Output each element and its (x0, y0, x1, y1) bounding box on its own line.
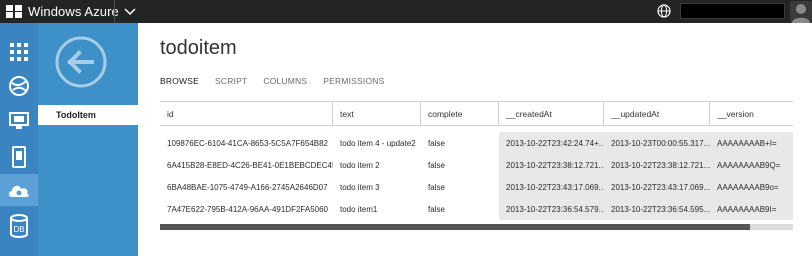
nav-web-sites[interactable] (0, 70, 38, 102)
table-row[interactable]: 6BA48BAE-1075-4749-A166-2745A2646D07 tod… (160, 176, 793, 198)
nav-cloud-services[interactable] (0, 174, 38, 206)
sub-nav: TodoItem (38, 23, 138, 256)
mobile-icon (12, 146, 26, 168)
db-label: DB (13, 225, 24, 234)
column-header-createdat[interactable]: __createdAt (499, 102, 604, 125)
cell-id[interactable]: 7A47E622-795B-412A-96AA-491DF2FA5060 (160, 198, 333, 220)
cell-updatedat: 2013-10-22T23:43:17.069... (604, 176, 710, 198)
cell-createdat: 2013-10-22T23:38:12.721... (499, 154, 604, 176)
cell-version: AAAAAAAAB+I= (710, 132, 793, 154)
main-content: todoitem BROWSE SCRIPT COLUMNS PERMISSIO… (138, 23, 812, 256)
table-body: 109876EC-6104-41CA-8653-5C5A7F654B82 tod… (160, 132, 793, 220)
horizontal-scrollbar[interactable] (160, 224, 793, 230)
cell-id[interactable]: 6A415B28-E8ED-4C26-BE41-0E1BEBCDEC45 (160, 154, 333, 176)
page-title: todoitem (160, 37, 237, 59)
cell-text[interactable]: todo item 3 (333, 176, 421, 198)
chevron-down-icon[interactable] (122, 2, 138, 20)
cell-createdat: 2013-10-22T23:42:24.74+... (499, 132, 604, 154)
top-bar: Windows Azure (0, 0, 812, 23)
grid-icon (10, 43, 28, 61)
cell-updatedat: 2013-10-22T23:36:54.595... (604, 198, 710, 220)
column-header-id[interactable]: id (160, 102, 333, 125)
cell-createdat: 2013-10-22T23:43:17.069... (499, 176, 604, 198)
brand-title: Windows Azure (28, 4, 119, 19)
sidebar-item-label: TodoItem (56, 110, 96, 120)
column-header-updatedat[interactable]: __updatedAt (604, 102, 710, 125)
divider (114, 0, 115, 23)
cell-complete[interactable]: false (421, 132, 499, 154)
table-row[interactable]: 109876EC-6104-41CA-8653-5C5A7F654B82 tod… (160, 132, 793, 154)
column-header-text[interactable]: text (333, 102, 421, 125)
nav-virtual-machines[interactable] (0, 105, 38, 137)
tab-script[interactable]: SCRIPT (215, 76, 247, 86)
cell-id[interactable]: 6BA48BAE-1075-4749-A166-2745A2646D07 (160, 176, 333, 198)
database-icon: DB (10, 214, 28, 238)
cell-version: AAAAAAAAB9o= (710, 176, 793, 198)
brand[interactable]: Windows Azure (6, 3, 119, 20)
globe-icon[interactable] (657, 4, 671, 18)
nav-all-items[interactable] (0, 36, 38, 68)
cell-version: AAAAAAAAB9I= (710, 198, 793, 220)
nav-mobile-services[interactable] (0, 141, 38, 173)
nav-sql-databases[interactable]: DB (0, 210, 38, 242)
cell-complete[interactable]: false (421, 198, 499, 220)
scrollbar-thumb[interactable] (160, 224, 750, 230)
cell-text[interactable]: todo item 4 - update2 (333, 132, 421, 154)
monitor-icon (9, 112, 29, 129)
data-table: id text complete __createdAt __updatedAt… (160, 101, 793, 220)
user-avatar-icon[interactable] (790, 1, 812, 23)
back-button[interactable] (54, 35, 108, 89)
globe-network-icon (9, 76, 29, 96)
back-arrow-icon (55, 36, 107, 88)
tab-browse[interactable]: BROWSE (160, 76, 199, 86)
table-header: id text complete __createdAt __updatedAt… (160, 101, 793, 126)
windows-logo-icon (6, 4, 22, 19)
column-header-complete[interactable]: complete (421, 102, 499, 125)
cell-createdat: 2013-10-22T23:36:54.579... (499, 198, 604, 220)
tab-columns[interactable]: COLUMNS (263, 76, 307, 86)
user-account-field[interactable] (680, 3, 785, 19)
cell-updatedat: 2013-10-23T00:00:55.317... (604, 132, 710, 154)
tab-bar: BROWSE SCRIPT COLUMNS PERMISSIONS (160, 76, 401, 86)
cell-complete[interactable]: false (421, 154, 499, 176)
table-row[interactable]: 7A47E622-795B-412A-96AA-491DF2FA5060 tod… (160, 198, 793, 220)
sidebar-item-todoitem[interactable]: TodoItem (38, 105, 138, 125)
left-nav: DB (0, 23, 38, 256)
cell-complete[interactable]: false (421, 176, 499, 198)
cell-updatedat: 2013-10-22T23:38:12.721... (604, 154, 710, 176)
tab-permissions[interactable]: PERMISSIONS (323, 76, 384, 86)
cell-text[interactable]: todo item 2 (333, 154, 421, 176)
column-header-version[interactable]: __version (710, 102, 793, 125)
cell-version: AAAAAAAAB9Q= (710, 154, 793, 176)
cell-id[interactable]: 109876EC-6104-41CA-8653-5C5A7F654B82 (160, 132, 333, 154)
cell-text[interactable]: todo item1 (333, 198, 421, 220)
table-row[interactable]: 6A415B28-E8ED-4C26-BE41-0E1BEBCDEC45 tod… (160, 154, 793, 176)
cloud-gear-icon (9, 185, 29, 197)
